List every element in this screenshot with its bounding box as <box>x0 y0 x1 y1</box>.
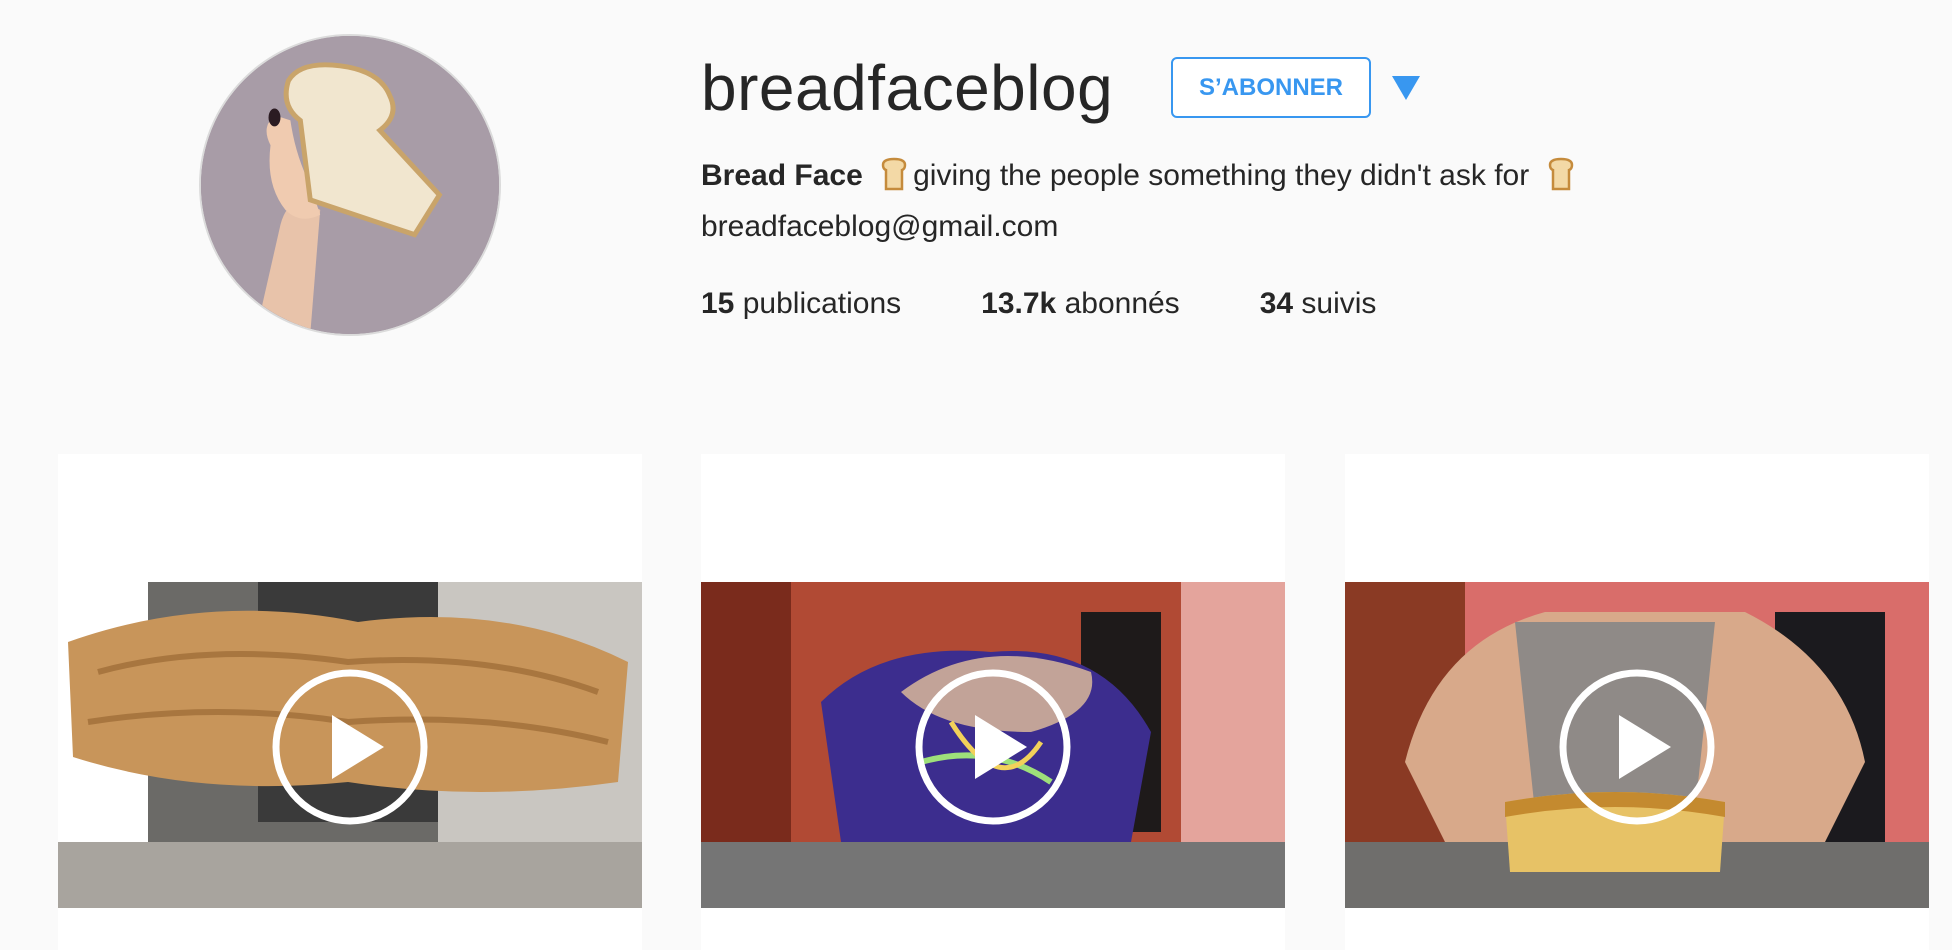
profile-stats: 15 publications 13.7k abonnés 34 suivis <box>701 280 1456 328</box>
post-tile[interactable] <box>58 454 642 950</box>
bio: Bread Face giving the people something t… <box>701 152 1580 206</box>
following-stat[interactable]: 34 suivis <box>1260 280 1377 328</box>
followers-label: abonnés <box>1064 287 1180 320</box>
play-icon[interactable] <box>1557 667 1717 827</box>
followers-stat[interactable]: 13.7k abonnés <box>981 280 1180 328</box>
following-label: suivis <box>1301 287 1377 320</box>
email-link[interactable]: breadfaceblog@gmail.com <box>701 203 1058 251</box>
posts-label: publications <box>742 287 902 320</box>
followers-count: 13.7k <box>981 287 1057 320</box>
avatar[interactable] <box>199 34 501 336</box>
play-icon[interactable] <box>270 667 430 827</box>
follow-button[interactable]: S’ABONNER <box>1171 57 1371 118</box>
bio-text: giving the people something they didn't … <box>913 159 1530 192</box>
post-tile[interactable] <box>701 454 1285 950</box>
bread-emoji-icon <box>879 157 909 206</box>
full-name: Bread Face <box>701 159 863 192</box>
profile-page: breadfaceblog S’ABONNER Bread Face givin… <box>0 0 1952 950</box>
play-icon[interactable] <box>913 667 1073 827</box>
posts-stat: 15 publications <box>701 280 901 328</box>
posts-count: 15 <box>701 287 735 320</box>
post-tile[interactable] <box>1345 454 1929 950</box>
bread-emoji-icon <box>1546 157 1576 206</box>
username: breadfaceblog <box>701 52 1114 124</box>
triangle-down-icon[interactable] <box>1390 74 1422 102</box>
following-count: 34 <box>1259 287 1294 320</box>
avatar-photo <box>201 36 499 334</box>
